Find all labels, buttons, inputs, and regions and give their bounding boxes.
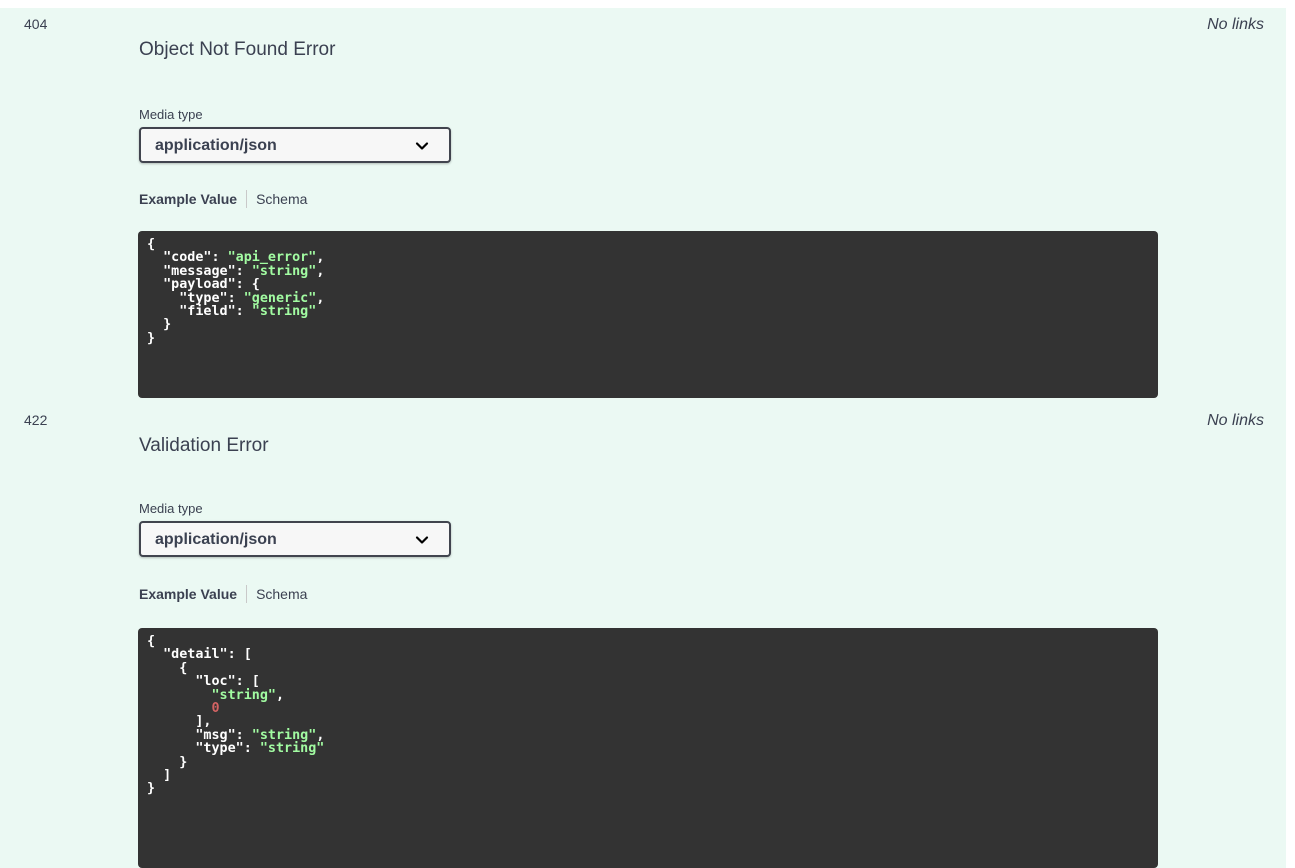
code-number: 0 — [211, 701, 220, 717]
code-string: "string" — [251, 304, 317, 320]
code-line: "field": "string" — [147, 305, 1149, 318]
code-line: } — [147, 332, 1149, 345]
code-line: "message": "string", — [147, 265, 1149, 278]
response-404: 404 No links Object Not Found Error Medi… — [0, 8, 1286, 402]
tab-example-value[interactable]: Example Value — [139, 191, 237, 207]
media-type-selected-value: application/json — [155, 531, 277, 548]
example-schema-tabs: Example Value Schema — [139, 585, 307, 603]
code-line: } — [147, 782, 1149, 795]
code-line: ] — [147, 769, 1149, 782]
media-type-select[interactable]: application/json — [139, 127, 451, 163]
code-string: "string" — [251, 263, 317, 279]
example-code-block[interactable]: { "detail": [ { "loc": [ "string", 0 ], … — [138, 628, 1158, 868]
code-line: "type": "string" — [147, 742, 1149, 755]
response-code: 422 — [24, 412, 48, 428]
code-line: "payload": { — [147, 278, 1149, 291]
media-type-selected-value: application/json — [155, 137, 277, 154]
media-type-label: Media type — [139, 501, 203, 516]
code-line: "loc": [ — [147, 675, 1149, 688]
code-string: "string" — [259, 741, 325, 757]
code-line: } — [147, 755, 1149, 769]
chevron-down-icon — [415, 142, 429, 150]
response-description: Object Not Found Error — [139, 39, 336, 60]
tab-schema[interactable]: Schema — [256, 191, 307, 207]
code-line: ], — [147, 715, 1149, 728]
code-token: , — [276, 687, 285, 703]
code-string: "string" — [211, 687, 277, 703]
code-line: { — [147, 635, 1149, 648]
response-422: 422 No links Validation Error Media type… — [0, 404, 1286, 868]
example-code-block[interactable]: { "code": "api_error", "message": "strin… — [138, 231, 1158, 398]
media-type-label: Media type — [139, 107, 203, 122]
code-token: } — [147, 781, 156, 797]
tab-divider — [246, 190, 248, 208]
code-token: } — [147, 330, 156, 346]
code-token: , — [316, 263, 325, 279]
response-description: Validation Error — [139, 435, 269, 456]
code-line: { — [147, 662, 1149, 675]
code-token: , — [316, 290, 325, 306]
response-code: 404 — [24, 16, 48, 32]
code-line: "code": "api_error", — [147, 251, 1149, 264]
response-links: No links — [1207, 412, 1264, 429]
response-links: No links — [1207, 16, 1264, 33]
code-line: } — [147, 318, 1149, 331]
code-line: "string", — [147, 687, 1149, 703]
code-line: "detail": [ — [147, 648, 1149, 661]
tab-divider — [246, 585, 248, 603]
chevron-down-icon — [415, 536, 429, 544]
tab-example-value[interactable]: Example Value — [139, 586, 237, 602]
tab-schema[interactable]: Schema — [256, 586, 307, 602]
code-line: 0 — [147, 702, 1149, 715]
example-schema-tabs: Example Value Schema — [139, 190, 307, 208]
media-type-select[interactable]: application/json — [139, 521, 451, 557]
